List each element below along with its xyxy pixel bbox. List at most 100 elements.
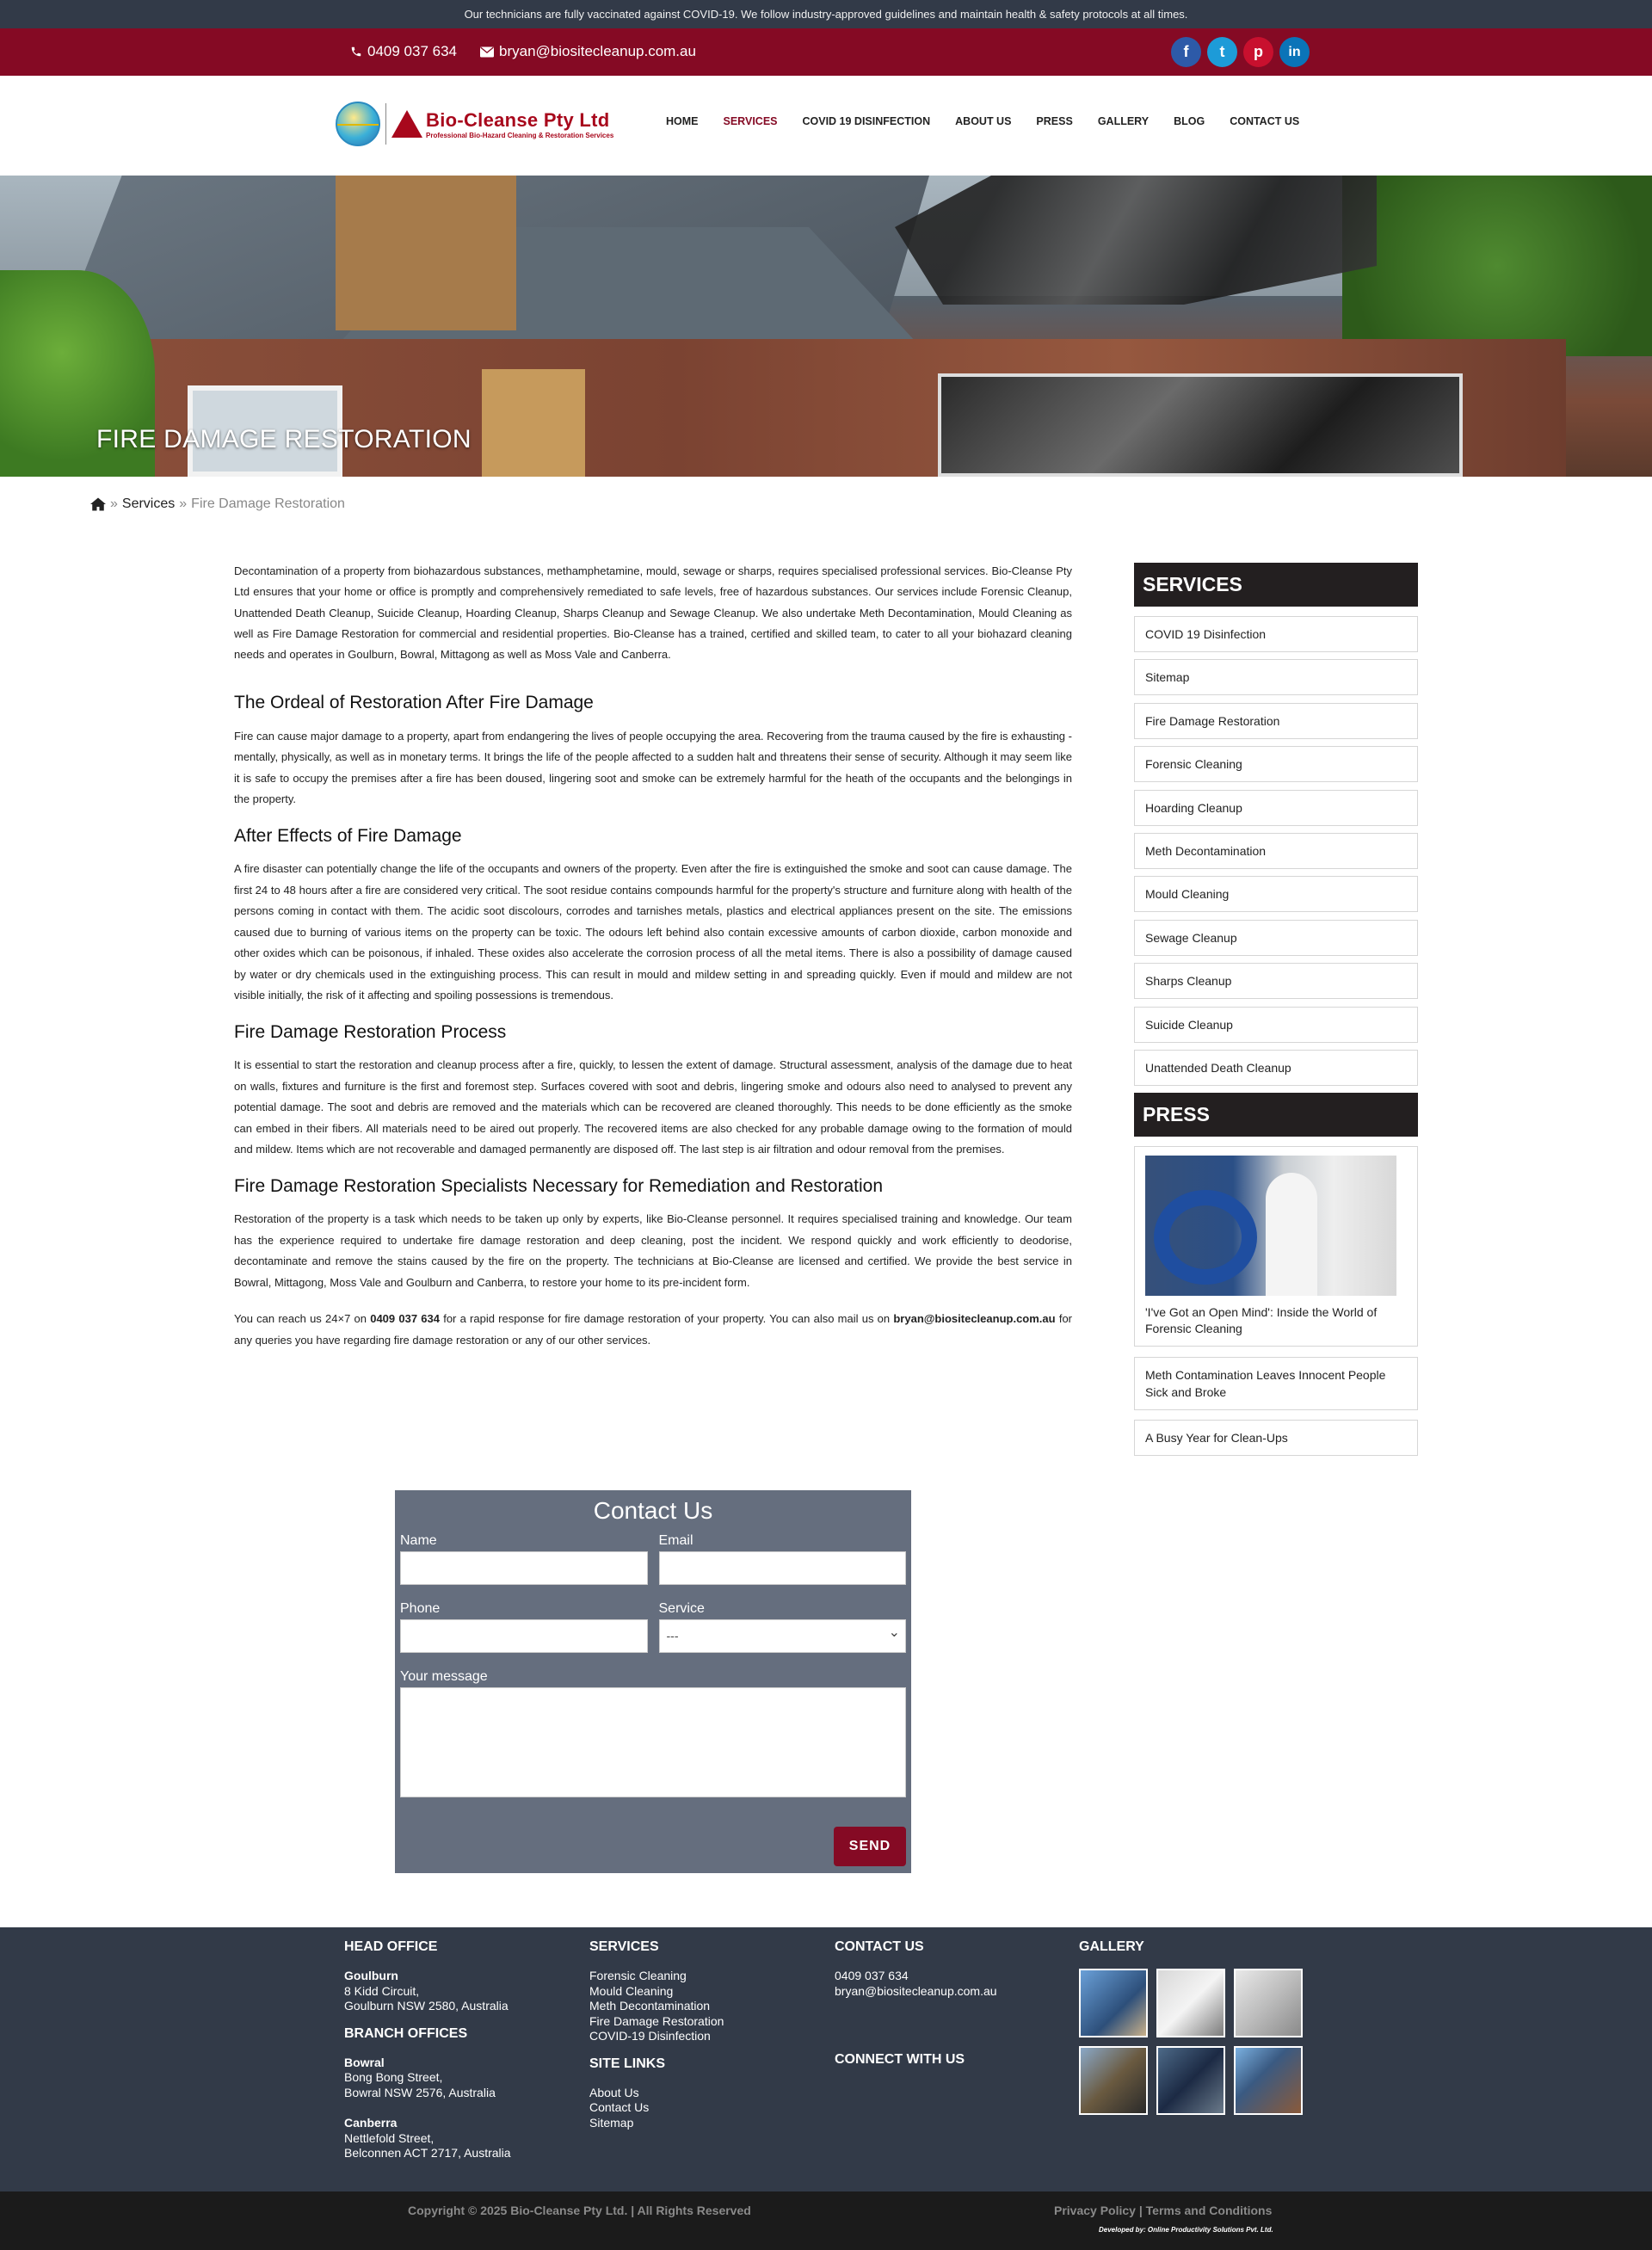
footer-link[interactable]: Forensic Cleaning bbox=[589, 1969, 724, 1984]
site-footer: HEAD OFFICE Goulburn 8 Kidd Circuit, Gou… bbox=[0, 1927, 1652, 2191]
section-heading: Fire Damage Restoration Process bbox=[234, 1021, 507, 1042]
envelope-icon bbox=[480, 46, 494, 57]
breadcrumb-services[interactable]: Services bbox=[122, 496, 175, 512]
press-article-image bbox=[1145, 1156, 1396, 1297]
gallery-thumb[interactable] bbox=[1156, 1969, 1225, 2037]
nav-about-us[interactable]: ABOUT US bbox=[955, 115, 1011, 127]
footer-contact: CONTACT US 0409 037 634 bryan@biositecle… bbox=[835, 1939, 997, 2081]
footer-gallery: GALLERY bbox=[1079, 1939, 1303, 2115]
name-input[interactable] bbox=[400, 1551, 648, 1585]
sidebar-item-suicide[interactable]: Suicide Cleanup bbox=[1134, 1006, 1418, 1043]
sidebar-item-hoarding[interactable]: Hoarding Cleanup bbox=[1134, 789, 1418, 826]
section-heading: The Ordeal of Restoration After Fire Dam… bbox=[234, 693, 594, 713]
message-label: Your message bbox=[400, 1669, 488, 1684]
hose-reel bbox=[1154, 1190, 1257, 1285]
footer-link[interactable]: Mould Cleaning bbox=[589, 1984, 724, 2000]
header-phone-link[interactable]: 0409 037 634 bbox=[350, 43, 457, 60]
footer-heading: CONTACT US bbox=[835, 1939, 924, 1954]
copyright-text: Copyright © 2025 Bio-Cleanse Pty Ltd. | … bbox=[408, 2204, 751, 2217]
developer-credit: Developed by: Online Productivity Soluti… bbox=[1099, 2226, 1273, 2234]
header-email-link[interactable]: bryan@biositecleanup.com.au bbox=[480, 43, 696, 60]
footer-email[interactable]: bryan@biositecleanup.com.au bbox=[835, 1984, 997, 2000]
phone-input[interactable] bbox=[400, 1619, 648, 1653]
breadcrumb-separator: » bbox=[179, 496, 188, 511]
nav-contact-us[interactable]: CONTACT US bbox=[1230, 115, 1299, 127]
twitter-icon[interactable]: t bbox=[1207, 37, 1237, 67]
sidebar-item-sewage[interactable]: Sewage Cleanup bbox=[1134, 919, 1418, 956]
press-article-link[interactable]: A Busy Year for Clean-Ups bbox=[1134, 1420, 1418, 1457]
footer-services: SERVICES Forensic Cleaning Mould Cleanin… bbox=[589, 1939, 724, 2130]
site-logo[interactable]: Bio-Cleanse Pty Ltd Professional Bio-Haz… bbox=[336, 102, 613, 146]
footer-heading: HEAD OFFICE bbox=[344, 1939, 438, 1954]
section-paragraph: Restoration of the property is a task wh… bbox=[234, 1212, 1072, 1289]
office-city: Canberra bbox=[344, 2116, 398, 2130]
footer-heading: SITE LINKS bbox=[589, 2056, 666, 2071]
nav-blog[interactable]: BLOG bbox=[1174, 115, 1205, 127]
sidebar-item-mould[interactable]: Mould Cleaning bbox=[1134, 876, 1418, 913]
header-phone-text: 0409 037 634 bbox=[367, 43, 457, 59]
nav-home[interactable]: HOME bbox=[666, 115, 699, 127]
sidebar-item-fire-damage[interactable]: Fire Damage Restoration bbox=[1134, 702, 1418, 739]
nav-covid-disinfection[interactable]: COVID 19 DISINFECTION bbox=[803, 115, 931, 127]
gallery-thumb[interactable] bbox=[1156, 2046, 1225, 2115]
footer-heading: GALLERY bbox=[1079, 1939, 1144, 1954]
sidebar-item-forensic[interactable]: Forensic Cleaning bbox=[1134, 746, 1418, 783]
home-icon[interactable] bbox=[90, 497, 106, 511]
technician-figure bbox=[1266, 1173, 1317, 1297]
section-paragraph: A fire disaster can potentially change t… bbox=[234, 862, 1072, 1002]
footer-link[interactable]: Sitemap bbox=[589, 2116, 724, 2131]
article-body: Decontamination of a property from bioha… bbox=[234, 561, 1072, 1366]
footer-link[interactable]: Fire Damage Restoration bbox=[589, 2014, 724, 2030]
footer-link[interactable]: Contact Us bbox=[589, 2100, 724, 2116]
sidebar-item-covid-disinfection[interactable]: COVID 19 Disinfection bbox=[1134, 616, 1418, 652]
press-article-link[interactable]: Meth Contamination Leaves Innocent Peopl… bbox=[1134, 1357, 1418, 1411]
gallery-thumb[interactable] bbox=[1234, 2046, 1303, 2115]
nav-gallery[interactable]: GALLERY bbox=[1098, 115, 1149, 127]
email-input[interactable] bbox=[658, 1551, 906, 1585]
nav-services[interactable]: SERVICES bbox=[724, 115, 778, 127]
contact-text: for a rapid response for fire damage res… bbox=[443, 1312, 891, 1326]
main-nav: HOME SERVICES COVID 19 DISINFECTION ABOU… bbox=[666, 115, 1324, 127]
sidebar-item-sharps[interactable]: Sharps Cleanup bbox=[1134, 963, 1418, 1000]
hero-trees-right bbox=[1342, 176, 1652, 356]
contact-phone-link[interactable]: 0409 037 634 bbox=[370, 1312, 440, 1325]
send-button[interactable]: SEND bbox=[834, 1827, 906, 1866]
contact-email-link[interactable]: bryan@biositecleanup.com.au bbox=[893, 1312, 1055, 1325]
pinterest-icon[interactable]: p bbox=[1243, 37, 1273, 67]
nav-press[interactable]: PRESS bbox=[1036, 115, 1072, 127]
footer-heading: SERVICES bbox=[589, 1939, 659, 1954]
sidebar-item-sitemap[interactable]: Sitemap bbox=[1134, 659, 1418, 696]
gallery-thumb[interactable] bbox=[1079, 1969, 1148, 2037]
phone-icon bbox=[351, 46, 361, 57]
message-textarea[interactable] bbox=[400, 1687, 906, 1797]
office-address: Goulburn NSW 2580, Australia bbox=[344, 1999, 509, 2013]
footer-heading: CONNECT WITH US bbox=[835, 2052, 965, 2067]
contact-paragraph: You can reach us 24×7 on 0409 037 634 fo… bbox=[234, 1309, 1072, 1351]
office-address: Nettlefold Street, bbox=[344, 2130, 435, 2145]
office-city: Goulburn bbox=[344, 1969, 398, 1982]
phone-label: Phone bbox=[400, 1601, 441, 1616]
footer-phone[interactable]: 0409 037 634 bbox=[835, 1969, 997, 1984]
covid-notice: Our technicians are fully vaccinated aga… bbox=[0, 0, 1652, 28]
facebook-icon[interactable]: f bbox=[1171, 37, 1201, 67]
service-select[interactable]: --- bbox=[658, 1619, 906, 1653]
office-address: Bowral NSW 2576, Australia bbox=[344, 2085, 496, 2099]
services-widget-title: SERVICES bbox=[1134, 563, 1418, 607]
section-heading: Fire Damage Restoration Specialists Nece… bbox=[234, 1175, 884, 1196]
footer-link[interactable]: About Us bbox=[589, 2086, 724, 2101]
office-address: Belconnen ACT 2717, Australia bbox=[344, 2146, 511, 2160]
linkedin-icon[interactable]: in bbox=[1279, 37, 1310, 67]
breadcrumb-current: Fire Damage Restoration bbox=[191, 496, 345, 511]
gallery-thumb[interactable] bbox=[1079, 2046, 1148, 2115]
sidebar-item-meth[interactable]: Meth Decontamination bbox=[1134, 832, 1418, 869]
breadcrumb: » Services » Fire Damage Restoration bbox=[90, 496, 345, 512]
breadcrumb-separator: » bbox=[110, 496, 118, 511]
footer-link[interactable]: COVID-19 Disinfection bbox=[589, 2029, 724, 2044]
footer-link[interactable]: Meth Decontamination bbox=[589, 1999, 724, 2014]
sidebar-item-unattended-death[interactable]: Unattended Death Cleanup bbox=[1134, 1049, 1418, 1086]
gallery-thumb[interactable] bbox=[1234, 1969, 1303, 2037]
section-paragraph: Fire can cause major damage to a propert… bbox=[234, 729, 1072, 806]
legal-links[interactable]: Privacy Policy | Terms and Conditions bbox=[1054, 2204, 1272, 2217]
social-links: f t p in bbox=[1171, 37, 1310, 67]
press-article-card[interactable]: 'I've Got an Open Mind': Inside the Worl… bbox=[1134, 1146, 1418, 1347]
